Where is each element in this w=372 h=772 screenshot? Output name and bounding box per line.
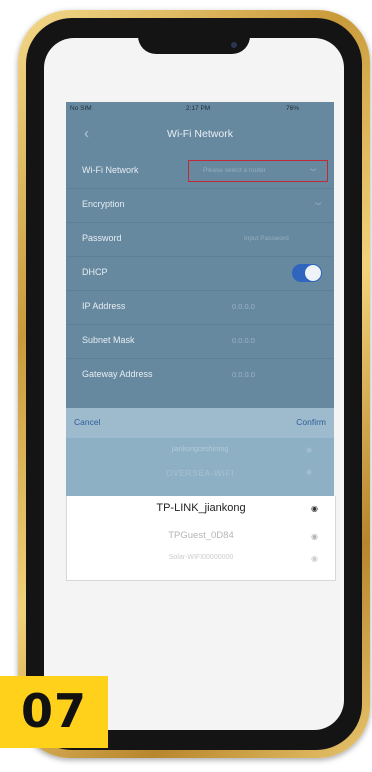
router-select-placeholder: Please select a router xyxy=(203,167,266,174)
subnet-mask-value[interactable]: 0.0.0.0 xyxy=(232,336,255,345)
battery-text: 76% xyxy=(286,105,300,112)
ip-address-row: IP Address 0.0.0.0 xyxy=(66,290,334,325)
wifi-network-label: Wi-Fi Network xyxy=(82,165,139,175)
step-badge: 07 xyxy=(0,676,108,748)
wifi-network-screen: No SIM 2:17 PM 76% ‹ Wi-Fi Network Wi-Fi… xyxy=(66,102,334,496)
ip-address-value[interactable]: 0.0.0.0 xyxy=(232,302,255,311)
password-field[interactable]: Input Password xyxy=(244,235,289,242)
wifi-signal-icon: ◉ xyxy=(306,447,313,454)
carrier-text: No SIM xyxy=(70,105,92,112)
gateway-value[interactable]: 0.0.0.0 xyxy=(232,370,255,379)
network-option[interactable]: Solar-WIFI00000000 xyxy=(67,554,335,561)
nav-bar: ‹ Wi-Fi Network xyxy=(66,116,334,152)
chevron-down-icon: ⌄ xyxy=(306,163,320,174)
gateway-row: Gateway Address 0.0.0.0 xyxy=(66,358,334,392)
cancel-button[interactable]: Cancel xyxy=(74,417,100,427)
page-title: Wi-Fi Network xyxy=(167,128,233,140)
camera-icon xyxy=(231,42,237,48)
ip-address-label: IP Address xyxy=(82,301,126,311)
wifi-signal-icon: ◉ xyxy=(306,469,313,476)
network-option[interactable]: jiankongceshirong xyxy=(66,446,334,453)
router-select[interactable]: Please select a router ⌄ xyxy=(188,160,328,182)
chevron-down-icon: ⌄ xyxy=(311,197,325,208)
confirm-button[interactable]: Confirm xyxy=(296,417,326,427)
password-row: Password Input Password xyxy=(66,222,334,257)
encryption-row[interactable]: Encryption ⌄ xyxy=(66,188,334,223)
wifi-signal-icon: ◉ xyxy=(311,504,318,513)
toggle-knob xyxy=(305,265,321,281)
wifi-signal-icon: ◉ xyxy=(311,554,318,563)
wifi-signal-icon: ◉ xyxy=(311,532,318,541)
status-time: 2:17 PM xyxy=(186,105,211,112)
network-option-selected[interactable]: TP-LINK_jiankong xyxy=(67,502,335,514)
status-bar: No SIM 2:17 PM 76% xyxy=(66,102,334,116)
network-picker-list: TP-LINK_jiankong ◉ TPGuest_0D84 ◉ Solar-… xyxy=(66,496,336,581)
dhcp-toggle[interactable] xyxy=(292,264,322,282)
phone-notch xyxy=(138,24,250,54)
encryption-label: Encryption xyxy=(82,199,125,209)
picker-toolbar: Cancel Confirm xyxy=(66,408,334,438)
subnet-mask-row: Subnet Mask 0.0.0.0 xyxy=(66,324,334,359)
wifi-network-row[interactable]: Wi-Fi Network Please select a router ⌄ xyxy=(66,154,334,189)
subnet-mask-label: Subnet Mask xyxy=(82,335,135,345)
dhcp-label: DHCP xyxy=(82,267,108,277)
network-option[interactable]: TPGuest_0D84 xyxy=(67,530,335,541)
network-picker-top: jiankongceshirong ◉ OVERSEA-WIFI ◉ xyxy=(66,438,334,496)
dhcp-row: DHCP xyxy=(66,256,334,291)
network-option[interactable]: OVERSEA-WIFI xyxy=(66,468,334,478)
password-label: Password xyxy=(82,233,122,243)
step-number: 07 xyxy=(20,684,87,738)
gateway-label: Gateway Address xyxy=(82,369,153,379)
